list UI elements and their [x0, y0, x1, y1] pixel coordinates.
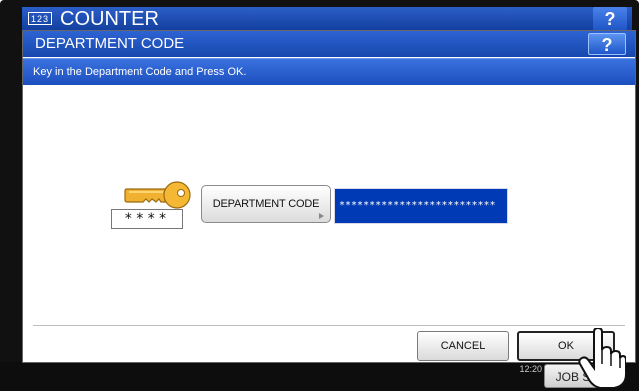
department-code-button[interactable]: DEPARTMENT CODE — [201, 185, 331, 223]
help-button[interactable]: ? — [588, 33, 626, 55]
key-icon — [124, 181, 191, 209]
background-title: COUNTER — [60, 8, 159, 30]
hand-pointer-icon — [578, 328, 626, 389]
triangle-right-icon — [319, 213, 324, 219]
cancel-button[interactable]: CANCEL — [417, 331, 509, 361]
datetime: 12:20 — [519, 364, 542, 374]
instruction-bar: Key in the Department Code and Press OK. — [23, 58, 635, 85]
dialog-title: DEPARTMENT CODE — [35, 35, 185, 52]
department-code-button-label: DEPARTMENT CODE — [212, 198, 320, 210]
department-code-dialog: DEPARTMENT CODE ? Key in the Department … — [22, 30, 636, 363]
masked-code-display: **** — [111, 209, 183, 229]
department-code-field[interactable]: ************************** — [334, 188, 508, 224]
instruction-text: Key in the Department Code and Press OK. — [33, 66, 247, 78]
divider — [33, 325, 625, 326]
background-help-button[interactable]: ? — [593, 7, 627, 31]
counter-icon: 123 — [28, 12, 52, 25]
dialog-titlebar: DEPARTMENT CODE ? — [23, 31, 635, 57]
